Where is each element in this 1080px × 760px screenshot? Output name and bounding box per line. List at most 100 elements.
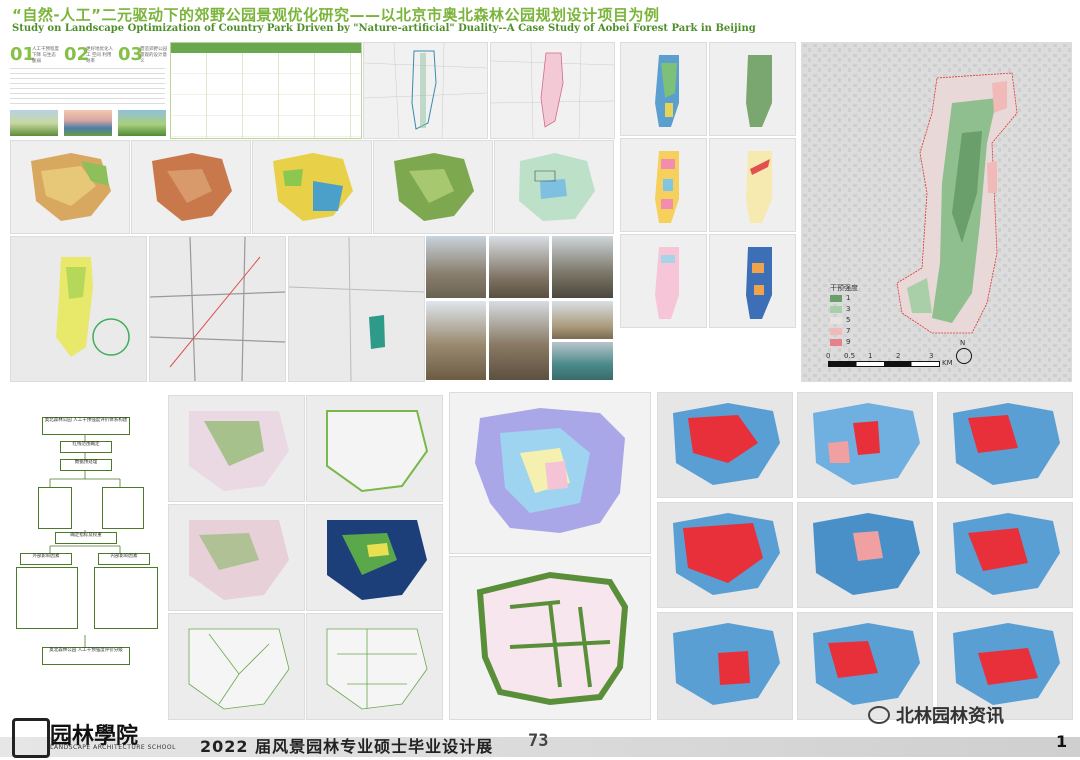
structure-map: [449, 556, 651, 720]
factor-map-4-svg: [327, 520, 427, 600]
legend-swatch-4: [830, 327, 842, 335]
factor-table: [170, 42, 362, 139]
flow-node-internal: 内部影响因素: [98, 553, 150, 565]
intro-section: 01 人工干预程度下降 与生态脆弱 02 更好地优化人工 空间 利用效率 03 …: [10, 42, 167, 137]
site-photo-5: [489, 301, 549, 380]
suitability-map-1: [10, 140, 130, 234]
intro-text-block: [10, 68, 165, 108]
analysis-map-r1-svg: [655, 55, 679, 127]
page-number: 1: [1056, 732, 1068, 751]
school-name-en: LANDSCAPE ARCHITECTURE SCHOOL: [50, 744, 176, 751]
suitability-map-2-svg: [152, 153, 232, 221]
flow-node-external: 外部影响因素: [20, 553, 72, 565]
water-map-svg: [289, 237, 424, 381]
analysis-map-r1: [620, 42, 707, 136]
flow-node-branch-left: [38, 487, 72, 529]
main-legend-title: 干预强度: [830, 284, 858, 292]
intro-photo-3: [118, 110, 166, 136]
heatmap-6: [937, 502, 1073, 608]
factor-map-4: [306, 504, 443, 611]
land-use-map-svg: [56, 257, 130, 357]
flow-node-result: 奥北森林公园 人工干预强度评价分级: [42, 647, 130, 665]
legend-label-5: 9: [846, 338, 851, 346]
heatmap-1-svg: [673, 403, 780, 485]
main-legend-item-1: 1: [830, 294, 850, 302]
flowchart: 奥北森林公园 人工干预强度评价体系构建 红线范围确定 数据预处理 确定指标及权重…: [10, 395, 160, 695]
intro-label-3: 营造郊野公园 景观的设计意义: [140, 47, 167, 64]
structure-map-svg: [476, 571, 629, 706]
heatmap-4-svg: [673, 513, 780, 595]
north-arrow: [956, 348, 972, 364]
legend-label-1: 1: [846, 294, 851, 302]
site-map-1: [363, 42, 488, 139]
page-title-en: Study on Landscape Optimization of Count…: [12, 23, 756, 34]
suitability-map-4: [373, 140, 493, 234]
flow-node-start: 奥北森林公园 人工干预强度评价体系构建: [42, 417, 130, 435]
site-photo-1: [426, 236, 486, 298]
legend-swatch-3: [830, 316, 842, 324]
flow-node-weights: 确定指标及权重: [55, 532, 117, 544]
booth-number: 73: [528, 731, 549, 751]
legend-swatch-5: [830, 338, 842, 346]
school-logo-icon: [12, 718, 50, 758]
scale-unit: KM: [942, 359, 953, 367]
water-map: [288, 236, 425, 382]
factor-map-1: [168, 395, 305, 502]
legend-label-2: 3: [846, 305, 851, 313]
site-map-1-svg: [364, 43, 487, 138]
table-lines: [171, 53, 361, 138]
factor-map-2: [306, 395, 443, 502]
legend-label-3: 5: [846, 316, 851, 324]
site-photo-6: [552, 301, 613, 339]
site-photo-4: [426, 301, 486, 380]
suitability-map-4-svg: [394, 153, 474, 221]
suitability-map-3: [252, 140, 372, 234]
heatmap-2-svg: [813, 403, 920, 485]
suitability-map-3-svg: [273, 153, 353, 221]
intro-label-1: 人工干预程度下降 与生态脆弱: [32, 47, 59, 64]
analysis-map-r5-svg: [655, 247, 679, 319]
north-label: N: [960, 339, 966, 347]
site-photo-3: [552, 236, 613, 298]
flow-node-preprocess: 数据预处理: [60, 459, 112, 471]
analysis-map-r4: [709, 138, 796, 232]
page-title-cn: “自然-人工”二元驱动下的郊野公园景观优化研究——以北京市奥北森林公园规划设计项…: [12, 6, 660, 24]
legend-swatch-1: [830, 294, 842, 302]
heatmap-3-svg: [953, 403, 1060, 485]
intro-photo-2: [64, 110, 112, 136]
main-legend-item-2: 3: [830, 305, 850, 313]
factor-map-3: [168, 504, 305, 611]
analysis-map-r4-svg: [746, 151, 772, 223]
intro-label-2: 更好地优化人工 空间 利用效率: [86, 47, 113, 64]
factor-map-2-svg: [326, 410, 429, 493]
heatmap-2: [797, 392, 933, 498]
analysis-map-r3-svg: [655, 151, 679, 223]
flow-node-boundary: 红线范围确定: [60, 441, 112, 453]
analysis-map-r6: [709, 234, 796, 328]
flow-node-factors-right: [94, 567, 158, 629]
zoning-map: [449, 392, 651, 554]
photo-grid: [426, 236, 613, 380]
scale-bar: [828, 361, 940, 367]
site-context-map: [494, 140, 614, 234]
traffic-map: [149, 236, 286, 382]
factor-map-6: [306, 613, 443, 720]
heatmap-1: [657, 392, 793, 498]
suitability-map-1-svg: [31, 153, 111, 221]
heatmap-5-svg: [813, 513, 920, 595]
analysis-map-r2-svg: [746, 55, 772, 127]
wechat-icon: [868, 706, 890, 724]
heatmap-3: [937, 392, 1073, 498]
heatmap-7-svg: [673, 623, 780, 705]
main-legend-item-3: 5: [830, 316, 850, 324]
factor-map-3-svg: [189, 520, 289, 600]
main-legend-item-5: 9: [830, 338, 850, 346]
table-header: [171, 43, 361, 53]
analysis-map-r2: [709, 42, 796, 136]
watermark-label: 北林园林资讯: [896, 706, 1004, 727]
flow-node-branch-right: [102, 487, 144, 529]
exhibition-title: 2022 届风景园林专业硕士毕业设计展: [200, 737, 494, 756]
factor-map-5-svg: [188, 628, 290, 710]
legend-swatch-2: [830, 305, 842, 313]
factor-map-5: [168, 613, 305, 720]
